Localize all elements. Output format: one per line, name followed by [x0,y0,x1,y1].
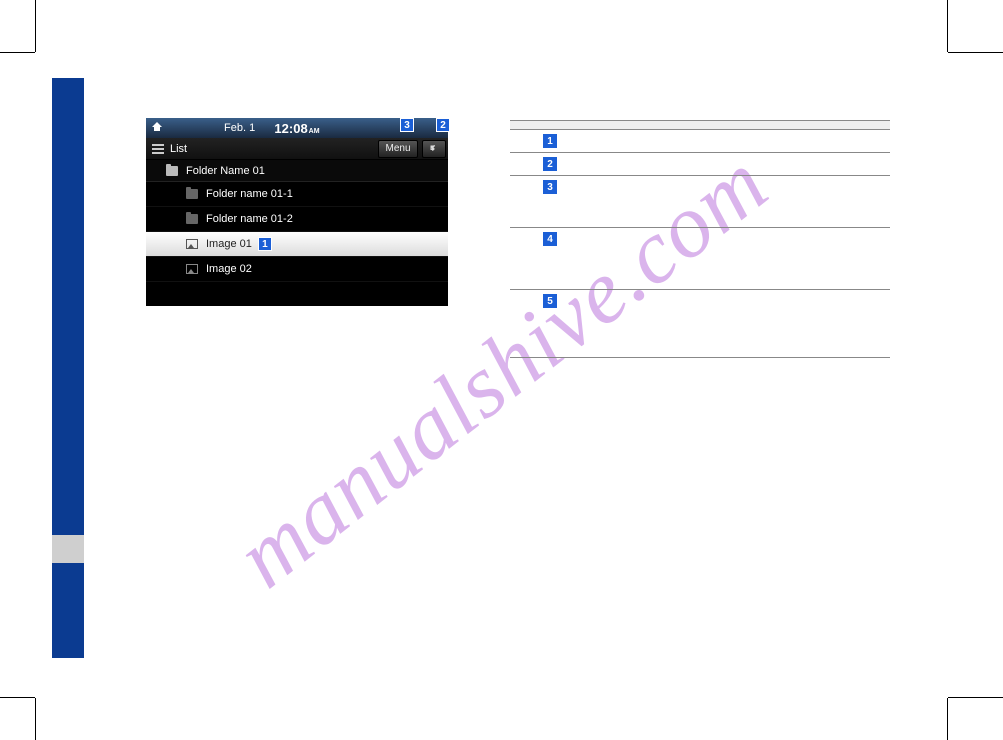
callout-badge-2: 2 [436,118,450,132]
callout-badge: 2 [543,157,557,171]
crop-mark [948,697,1003,698]
table-cell [590,130,890,153]
list-item-label: Image 01 [206,238,252,250]
callout-badge: 5 [543,294,557,308]
table-header-name [510,121,590,130]
table-cell [590,228,890,290]
page-sidebar-tab [52,535,84,563]
image-icon [186,239,198,249]
table-row: 5 [510,290,890,358]
menu-button[interactable]: Menu [378,140,418,158]
image-icon [186,264,198,274]
folder-header-row[interactable]: Folder Name 01 [146,160,448,182]
callout-badge-3: 3 [400,118,414,132]
table-row: 3 [510,176,890,228]
folder-icon [186,189,198,199]
callout-badge: 4 [543,232,557,246]
crop-mark [35,698,36,740]
folder-header-label: Folder Name 01 [186,165,265,177]
crop-mark [948,52,1003,53]
crop-mark [947,698,948,740]
back-button[interactable] [422,140,446,158]
list-item-label: Image 02 [206,263,252,275]
table-cell [590,290,890,358]
back-icon [428,143,440,155]
list-icon [152,144,164,154]
time-ampm: AM [309,128,320,135]
folder-icon [186,214,198,224]
home-icon[interactable] [152,121,166,135]
topbar-time: 12:08AM [274,121,319,136]
table-cell [590,176,890,228]
list-item-selected[interactable]: Image 01 1 [146,232,448,257]
device-subbar: List Menu [146,138,448,160]
list-item[interactable]: Folder name 01-2 [146,207,448,232]
list-item-label: Folder name 01-1 [206,188,293,200]
crop-mark [35,0,36,52]
list-label: List [170,143,187,155]
description-table: 1 2 3 4 5 [510,120,890,358]
list-item-label: Folder name 01-2 [206,213,293,225]
table-row: 1 [510,130,890,153]
table-row: 2 [510,153,890,176]
time-value: 12:08 [274,121,307,136]
callout-badge: 1 [543,134,557,148]
crop-mark [0,52,35,53]
table-header-description [590,121,890,130]
table-row: 4 [510,228,890,290]
table-cell [590,153,890,176]
list-item[interactable]: Image 02 [146,257,448,282]
callout-badge-1: 1 [258,237,272,251]
crop-mark [947,0,948,52]
folder-icon [166,166,178,176]
list-item[interactable]: Folder name 01-1 [146,182,448,207]
device-screenshot: Feb. 1 12:08AM List Menu Folder Name 01 … [146,118,448,306]
topbar-date: Feb. 1 [224,122,255,134]
crop-mark [0,697,35,698]
callout-badge: 3 [543,180,557,194]
page-sidebar [52,78,84,658]
